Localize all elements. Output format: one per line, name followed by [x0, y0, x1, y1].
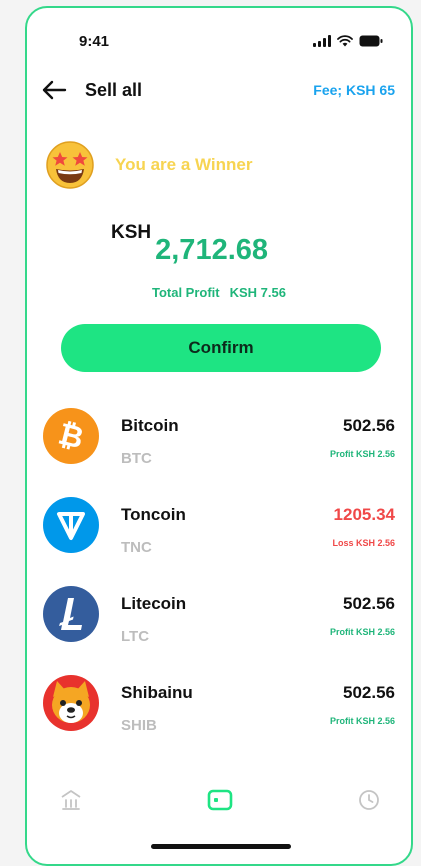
- coin-name: Litecoin: [121, 594, 187, 613]
- bank-icon: [61, 790, 81, 810]
- total-profit-label: Total Profit: [151, 285, 220, 300]
- toncoin-icon: [43, 497, 99, 553]
- arrow-left-icon: [42, 80, 67, 100]
- tab-bar: [27, 784, 411, 820]
- coin-value: 502.56: [343, 594, 395, 613]
- bitcoin-icon: ₿: [43, 408, 99, 464]
- tab-bank[interactable]: [55, 784, 87, 816]
- history-icon: [359, 790, 379, 810]
- coin-row-toncoin[interactable]: Toncoin TNC 1205.34 Loss KSH 2.56: [27, 497, 411, 567]
- coin-symbol: LTC: [121, 628, 150, 645]
- coin-profit: Profit KSH 2.56: [329, 449, 395, 459]
- winner-banner: You are a Winner: [45, 140, 252, 190]
- fee-label: Fee; KSH 65: [313, 82, 395, 98]
- coin-profit: Profit KSH 2.56: [329, 627, 395, 637]
- coin-loss: Loss KSH 2.56: [332, 538, 395, 548]
- coin-symbol: BTC: [121, 450, 152, 467]
- battery-icon: [359, 35, 383, 47]
- litecoin-icon: [43, 586, 99, 642]
- coin-name: Bitcoin: [121, 416, 179, 435]
- coin-row-shibainu[interactable]: Shibainu SHIB 502.56 Profit KSH 2.56: [27, 675, 411, 745]
- coin-symbol: TNC: [121, 539, 152, 556]
- coin-profit: Profit KSH 2.56: [329, 716, 395, 726]
- coin-value: 502.56: [343, 416, 395, 435]
- total-profit: Total Profit KSH 7.56: [27, 285, 411, 300]
- coin-row-litecoin[interactable]: Litecoin LTC 502.56 Profit KSH 2.56: [27, 586, 411, 656]
- wallet-icon: [207, 789, 233, 811]
- coin-name: Shibainu: [121, 683, 193, 702]
- wifi-icon: [337, 35, 353, 47]
- confirm-button[interactable]: Confirm: [61, 324, 381, 372]
- tab-wallet[interactable]: [204, 784, 236, 816]
- signal-icon: [313, 35, 331, 47]
- header: Sell all Fee; KSH 65: [27, 76, 411, 106]
- star-struck-emoji-icon: [46, 141, 94, 189]
- winner-text: You are a Winner: [115, 155, 253, 174]
- page-title: Sell all: [85, 80, 143, 100]
- coin-symbol: SHIB: [121, 717, 157, 734]
- amount-currency: KSH: [111, 222, 152, 243]
- status-icons: [313, 35, 383, 47]
- phone-frame: 9:41 Sell all Fee; KSH 65 You are a Winn…: [25, 6, 413, 866]
- amount-value: 2,712.68: [155, 234, 269, 266]
- total-amount: KSH 2,712.68: [111, 222, 268, 267]
- total-profit-value: KSH 7.56: [229, 285, 286, 300]
- coin-value: 1205.34: [333, 505, 395, 524]
- shibainu-icon: [43, 675, 99, 731]
- home-indicator: [151, 844, 291, 849]
- back-button[interactable]: [41, 78, 69, 104]
- coin-value: 502.56: [343, 683, 395, 702]
- coin-name: Toncoin: [121, 505, 186, 524]
- status-time: 9:41: [79, 33, 110, 50]
- coin-row-bitcoin[interactable]: ₿ Bitcoin BTC 502.56 Profit KSH 2.56: [27, 408, 411, 478]
- tab-history[interactable]: [353, 784, 385, 816]
